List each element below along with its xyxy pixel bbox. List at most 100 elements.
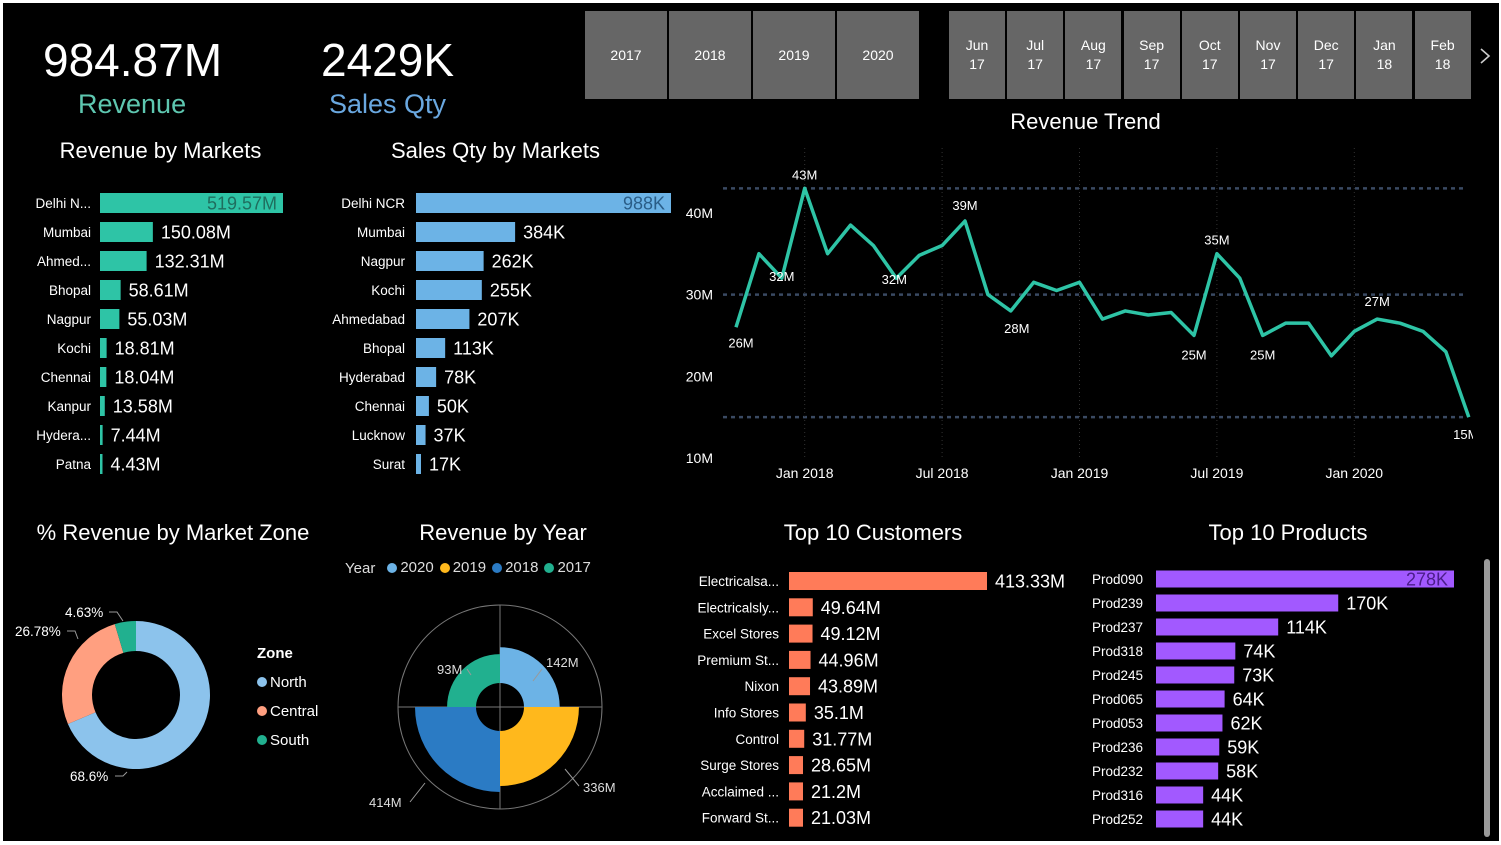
- x-tick-label: Jan 2019: [1051, 465, 1109, 481]
- zone-legend-label: North: [270, 674, 307, 691]
- bar-data-label: 132.31M: [155, 252, 225, 272]
- bar-category-label: Excel Stores: [703, 627, 779, 642]
- year-slicer-2017[interactable]: 2017: [585, 11, 667, 99]
- sales-qty-kpi-label: Sales Qty: [329, 89, 447, 119]
- bar-data-label: 255K: [490, 281, 532, 301]
- leader-line: [409, 782, 426, 803]
- leader-line: [115, 771, 128, 777]
- bar: [1156, 786, 1204, 804]
- year-legend-item[interactable]: 2017: [544, 559, 591, 576]
- bar-category-label: Acclaimed ...: [702, 784, 779, 799]
- month-label: Oct: [1198, 37, 1221, 53]
- polar-data-label: 142M: [546, 655, 579, 670]
- revenue-by-year-chart: 142M 336M 414M 93M: [369, 604, 616, 810]
- bar-category-label: Nixon: [744, 679, 779, 694]
- revenue-kpi-label: Revenue: [78, 89, 187, 119]
- bar-category-label: Kanpur: [47, 399, 91, 414]
- month-slicer-item[interactable]: Jun 17: [949, 11, 1005, 99]
- x-tick-label: Jul 2018: [916, 465, 969, 481]
- year-legend-item[interactable]: 2020: [387, 559, 434, 576]
- month-slicer-item[interactable]: Jul 17: [1007, 11, 1064, 99]
- polar-data-label: 336M: [583, 780, 616, 795]
- bar-category-label: Patna: [56, 457, 92, 472]
- month-slicer-item[interactable]: Dec 17: [1298, 11, 1355, 99]
- zone-legend-title: Zone: [257, 645, 293, 662]
- bar-data-label: 384K: [523, 223, 565, 243]
- revenue-by-markets-chart: Delhi N... 519.57M Mumbai 150.08M Ahmed... 13…: [35, 193, 283, 475]
- bar-category-label: Forward St...: [702, 811, 779, 826]
- bar-category-label: Prod237: [1092, 620, 1143, 635]
- bar: [1156, 594, 1339, 612]
- bar-data-label: 73K: [1242, 666, 1274, 686]
- zone-legend-item[interactable]: North: [257, 668, 318, 697]
- revenue-by-year-title: Revenue by Year: [419, 520, 587, 545]
- bar-data-label: 59K: [1227, 738, 1259, 758]
- zone-legend-item[interactable]: South: [257, 726, 318, 755]
- month-slicer-item[interactable]: Oct 17: [1181, 11, 1238, 99]
- bar-data-label: 55.03M: [127, 310, 187, 330]
- month-slicer-item[interactable]: Jan 18: [1356, 11, 1413, 99]
- revenue-by-markets-title: Revenue by Markets: [59, 138, 262, 163]
- bar-category-label: Delhi NCR: [341, 196, 405, 211]
- bar: [789, 624, 813, 643]
- bar: [416, 222, 516, 242]
- bar-data-label: 44K: [1211, 810, 1243, 830]
- bar: [1156, 738, 1220, 756]
- legend-dot-icon: [257, 677, 267, 687]
- donut-data-label: 4.63%: [65, 605, 103, 620]
- bar-data-label: 18.81M: [115, 339, 175, 359]
- month-slicer-item[interactable]: Nov 17: [1240, 11, 1296, 99]
- year-legend-item[interactable]: 2018: [492, 559, 538, 576]
- products-scrollbar[interactable]: [1484, 559, 1490, 837]
- month-slicer-item[interactable]: Sep 17: [1123, 11, 1180, 99]
- legend-dot-icon: [387, 562, 398, 573]
- chevron-right-icon[interactable]: [1475, 41, 1495, 71]
- month-slicer: Jun 17 Jul 17 Aug 17 Sep 17 Oct 17 Nov 17 Dec 17 Jan 18…: [949, 11, 1473, 99]
- legend-dot-icon: [492, 562, 503, 573]
- year-slicer-2020[interactable]: 2020: [837, 11, 919, 99]
- top-customers-chart: Electricalsa... 413.33M Electricalsly... 49…: [697, 572, 1065, 829]
- bar: [100, 280, 121, 300]
- bar: [416, 338, 446, 358]
- bar: [100, 222, 153, 242]
- dashboard-canvas: 984.87M Revenue 2429K Sales Qty 2017 2018…: [3, 3, 1499, 841]
- bar-data-label: 150.08M: [161, 223, 231, 243]
- bar: [100, 338, 107, 358]
- bar-data-label: 13.58M: [113, 397, 173, 417]
- bar-data-label: 278K: [1406, 570, 1448, 590]
- bar-data-label: 58K: [1226, 762, 1258, 782]
- line-data-label: 32M: [882, 272, 907, 287]
- bar: [1156, 810, 1204, 828]
- y-tick-label: 30M: [686, 287, 713, 303]
- y-tick-label: 10M: [686, 450, 713, 466]
- donut-slice-central: [62, 624, 124, 724]
- month-slicer-item[interactable]: Aug 17: [1065, 11, 1122, 99]
- bar: [1156, 618, 1279, 636]
- month-label: Jul: [1026, 37, 1045, 53]
- year-legend-item[interactable]: 2019: [439, 559, 486, 576]
- line-data-label: 25M: [1250, 347, 1275, 362]
- month-slicer-item[interactable]: Feb 18: [1414, 11, 1471, 99]
- bar: [789, 703, 806, 722]
- month-label: Feb: [1430, 37, 1455, 53]
- line-data-label: 27M: [1365, 294, 1390, 309]
- bar-category-label: Nagpur: [361, 254, 406, 269]
- bar: [1156, 762, 1219, 780]
- bar-category-label: Kochi: [57, 341, 91, 356]
- bar-data-label: 207K: [477, 310, 519, 330]
- line-data-label: 32M: [769, 269, 794, 284]
- year-slicer-2018[interactable]: 2018: [669, 11, 751, 99]
- polar-data-label: 93M: [437, 662, 462, 677]
- month-year-label: 17: [1202, 56, 1218, 72]
- line-data-label: 15M: [1453, 427, 1473, 442]
- zone-legend-label: South: [270, 732, 310, 749]
- bar-category-label: Mumbai: [43, 225, 91, 240]
- year-slicer: 2017 2018 2019 2020: [585, 11, 921, 99]
- bar: [416, 396, 429, 416]
- bar: [416, 309, 470, 329]
- year-slicer-2019[interactable]: 2019: [753, 11, 835, 99]
- zone-legend-item[interactable]: Central: [257, 697, 318, 726]
- revenue-trend-title: Revenue Trend: [1010, 109, 1161, 134]
- zone-legend: Zone North Central South: [257, 639, 318, 755]
- bar-data-label: 44.96M: [819, 650, 879, 670]
